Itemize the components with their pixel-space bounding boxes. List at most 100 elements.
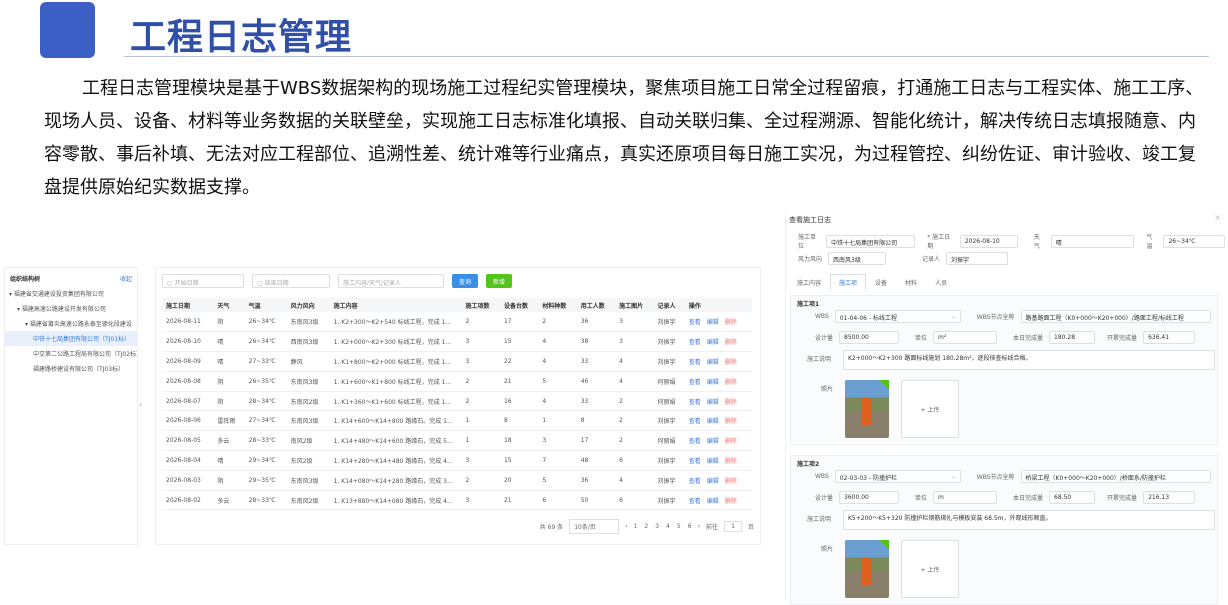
query-button[interactable]: 查询 [452,274,479,288]
table-cell: 晴 [213,331,245,353]
table-body: 2026-08-11 阴 26~34℃ 东南风3级 1. K2+300～K2+540 标… [162,312,752,511]
view-button[interactable]: 查看 [689,399,701,406]
tree-collapse-button[interactable]: 收起 [120,274,132,283]
quantity-row: 设计量 3600.00 单位 m 本日完成量 68.50 开累完成量 216.13 [815,491,1196,504]
photo-count[interactable]: 4 [615,351,654,372]
table-cell: 27~34℃ [244,410,287,432]
page-size-select[interactable]: 10条/页 [569,519,620,534]
table-row: 2026-08-03 阴 29~35℃ 东南风3级 1. K14+080～K14+280… [162,470,752,491]
delete-button[interactable]: 删除 [725,438,737,445]
edit-button[interactable]: 编辑 [707,418,719,425]
view-button[interactable]: 查看 [689,319,701,326]
table-cell: 28~34℃ [244,391,287,412]
end-date-input[interactable]: ▢ 结束日期 [252,274,330,288]
delete-button[interactable]: 删除 [725,478,737,485]
view-button[interactable]: 查看 [689,498,701,505]
wbs-select[interactable]: 02-03-03 - 防撞护栏 ⌄ [834,470,961,483]
goto-page-input[interactable]: 1 [723,521,742,532]
view-button[interactable]: 查看 [689,379,701,386]
tree-node[interactable]: 福建路桥建设有限公司（TJ03标） [5,361,137,376]
tree-node[interactable]: 中铁十七局集团有限公司（TJ01标） [5,331,137,346]
view-button[interactable]: 查看 [689,478,701,485]
photo-count[interactable]: 4 [615,371,654,392]
delete-button[interactable]: 删除 [725,339,737,346]
table-cell: 33 [576,351,616,372]
page-number[interactable]: 4 [666,523,670,530]
table-cell: 刘振宇 [653,470,685,491]
page-number[interactable]: 5 [677,523,681,530]
delete-button[interactable]: 删除 [725,498,737,505]
column-header: 天气 [213,298,245,312]
edit-button[interactable]: 编辑 [707,498,719,505]
photo-count[interactable]: 6 [615,490,654,511]
delete-button[interactable]: 删除 [725,359,737,366]
edit-button[interactable]: 编辑 [707,379,719,386]
temp-label: 气温 [1146,234,1153,250]
tree-node[interactable]: ▾ 福建省交通建设投资集团有限公司 [5,286,137,301]
site-photo[interactable] [845,540,889,598]
page-number[interactable]: 1 [634,523,638,530]
table-row: 2026-08-05 多云 28~33℃ 南风2级 1. K14+480～K14+600… [162,430,752,452]
quantity-row: 设计量 8500.00 单位 m² 本日完成量 180.28 开累完成量 636.41 [815,331,1196,344]
view-button[interactable]: 查看 [689,458,701,465]
photo-badge [879,380,889,390]
photo-count[interactable]: 2 [615,410,654,432]
page-number[interactable]: 6 [688,523,692,530]
delete-button[interactable]: 删除 [725,458,737,465]
edit-button[interactable]: 编辑 [707,339,719,346]
column-header: 施工项数 [461,298,500,312]
keyword-input[interactable]: 施工内容/天气/记录人 [338,274,444,288]
desc-field: K2+000～K2+300 路面标线施划 180.28m²，逐段核查标线合格。 [843,350,1215,370]
table-cell: 刘振宇 [653,312,685,333]
add-button[interactable]: 新增 [486,274,513,288]
photo-count[interactable]: 3 [615,331,654,353]
prev-page-icon[interactable]: ‹ [625,523,627,530]
table-cell: 1 [461,410,500,432]
photo-count[interactable]: 2 [615,430,654,452]
table-cell: 22 [499,351,539,372]
start-date-input[interactable]: ▢ 开始日期 [162,274,244,288]
wbs-select[interactable]: 01-04-06 - 标线工程 ⌄ [834,310,961,323]
detail-tab[interactable]: 施工项 [830,274,867,291]
page-number[interactable]: 3 [655,523,659,530]
photo-count[interactable]: 2 [615,391,654,412]
view-button[interactable]: 查看 [689,359,701,366]
table-cell: 阴 [213,312,245,333]
delete-button[interactable]: 删除 [725,319,737,326]
photo-count[interactable]: 6 [615,450,654,471]
upload-button[interactable]: + 上传 [901,380,959,438]
edit-button[interactable]: 编辑 [707,478,719,485]
photo-count[interactable]: 3 [615,312,654,333]
detail-tab[interactable]: 材料 [896,274,926,291]
detail-tab[interactable]: 设备 [866,274,896,291]
table-cell: 2026-08-05 [162,430,214,452]
edit-button[interactable]: 编辑 [707,319,719,326]
total-qty-label: 开累完成量 [1107,495,1138,502]
view-button[interactable]: 查看 [689,418,701,425]
edit-button[interactable]: 编辑 [707,438,719,445]
close-icon[interactable]: × [1214,213,1221,222]
tree-node[interactable]: ▾ 福建高速公路建设开发有限公司 [5,301,137,316]
page-number[interactable]: 2 [644,523,648,530]
table-cell: 1. K2+300～K2+540 标线工程，完成 1... [329,312,462,333]
delete-button[interactable]: 删除 [725,399,737,406]
table-cell: 5 [538,371,577,392]
view-button[interactable]: 查看 [689,438,701,445]
splitter-arrow-icon[interactable]: ‹ [139,400,142,409]
delete-button[interactable]: 删除 [725,379,737,386]
tree-node[interactable]: 中交第二公路工程局有限公司（TJ02标） [5,346,137,361]
delete-button[interactable]: 删除 [725,418,737,425]
edit-button[interactable]: 编辑 [707,359,719,366]
tree-node[interactable]: ▾ 福建省莆炎高速公路永泰至德化段建设 [5,316,137,331]
next-page-icon[interactable]: › [698,523,700,530]
photo-count[interactable]: 4 [615,470,654,491]
table-cell: 3 [461,450,500,471]
detail-tab[interactable]: 人员 [926,274,956,291]
edit-button[interactable]: 编辑 [707,399,719,406]
edit-button[interactable]: 编辑 [707,458,719,465]
upload-button[interactable]: + 上传 [901,540,959,598]
site-photo[interactable] [845,380,889,438]
detail-tab[interactable]: 施工内容 [788,274,830,291]
item-title: 施工项2 [797,461,820,468]
view-button[interactable]: 查看 [689,339,701,346]
